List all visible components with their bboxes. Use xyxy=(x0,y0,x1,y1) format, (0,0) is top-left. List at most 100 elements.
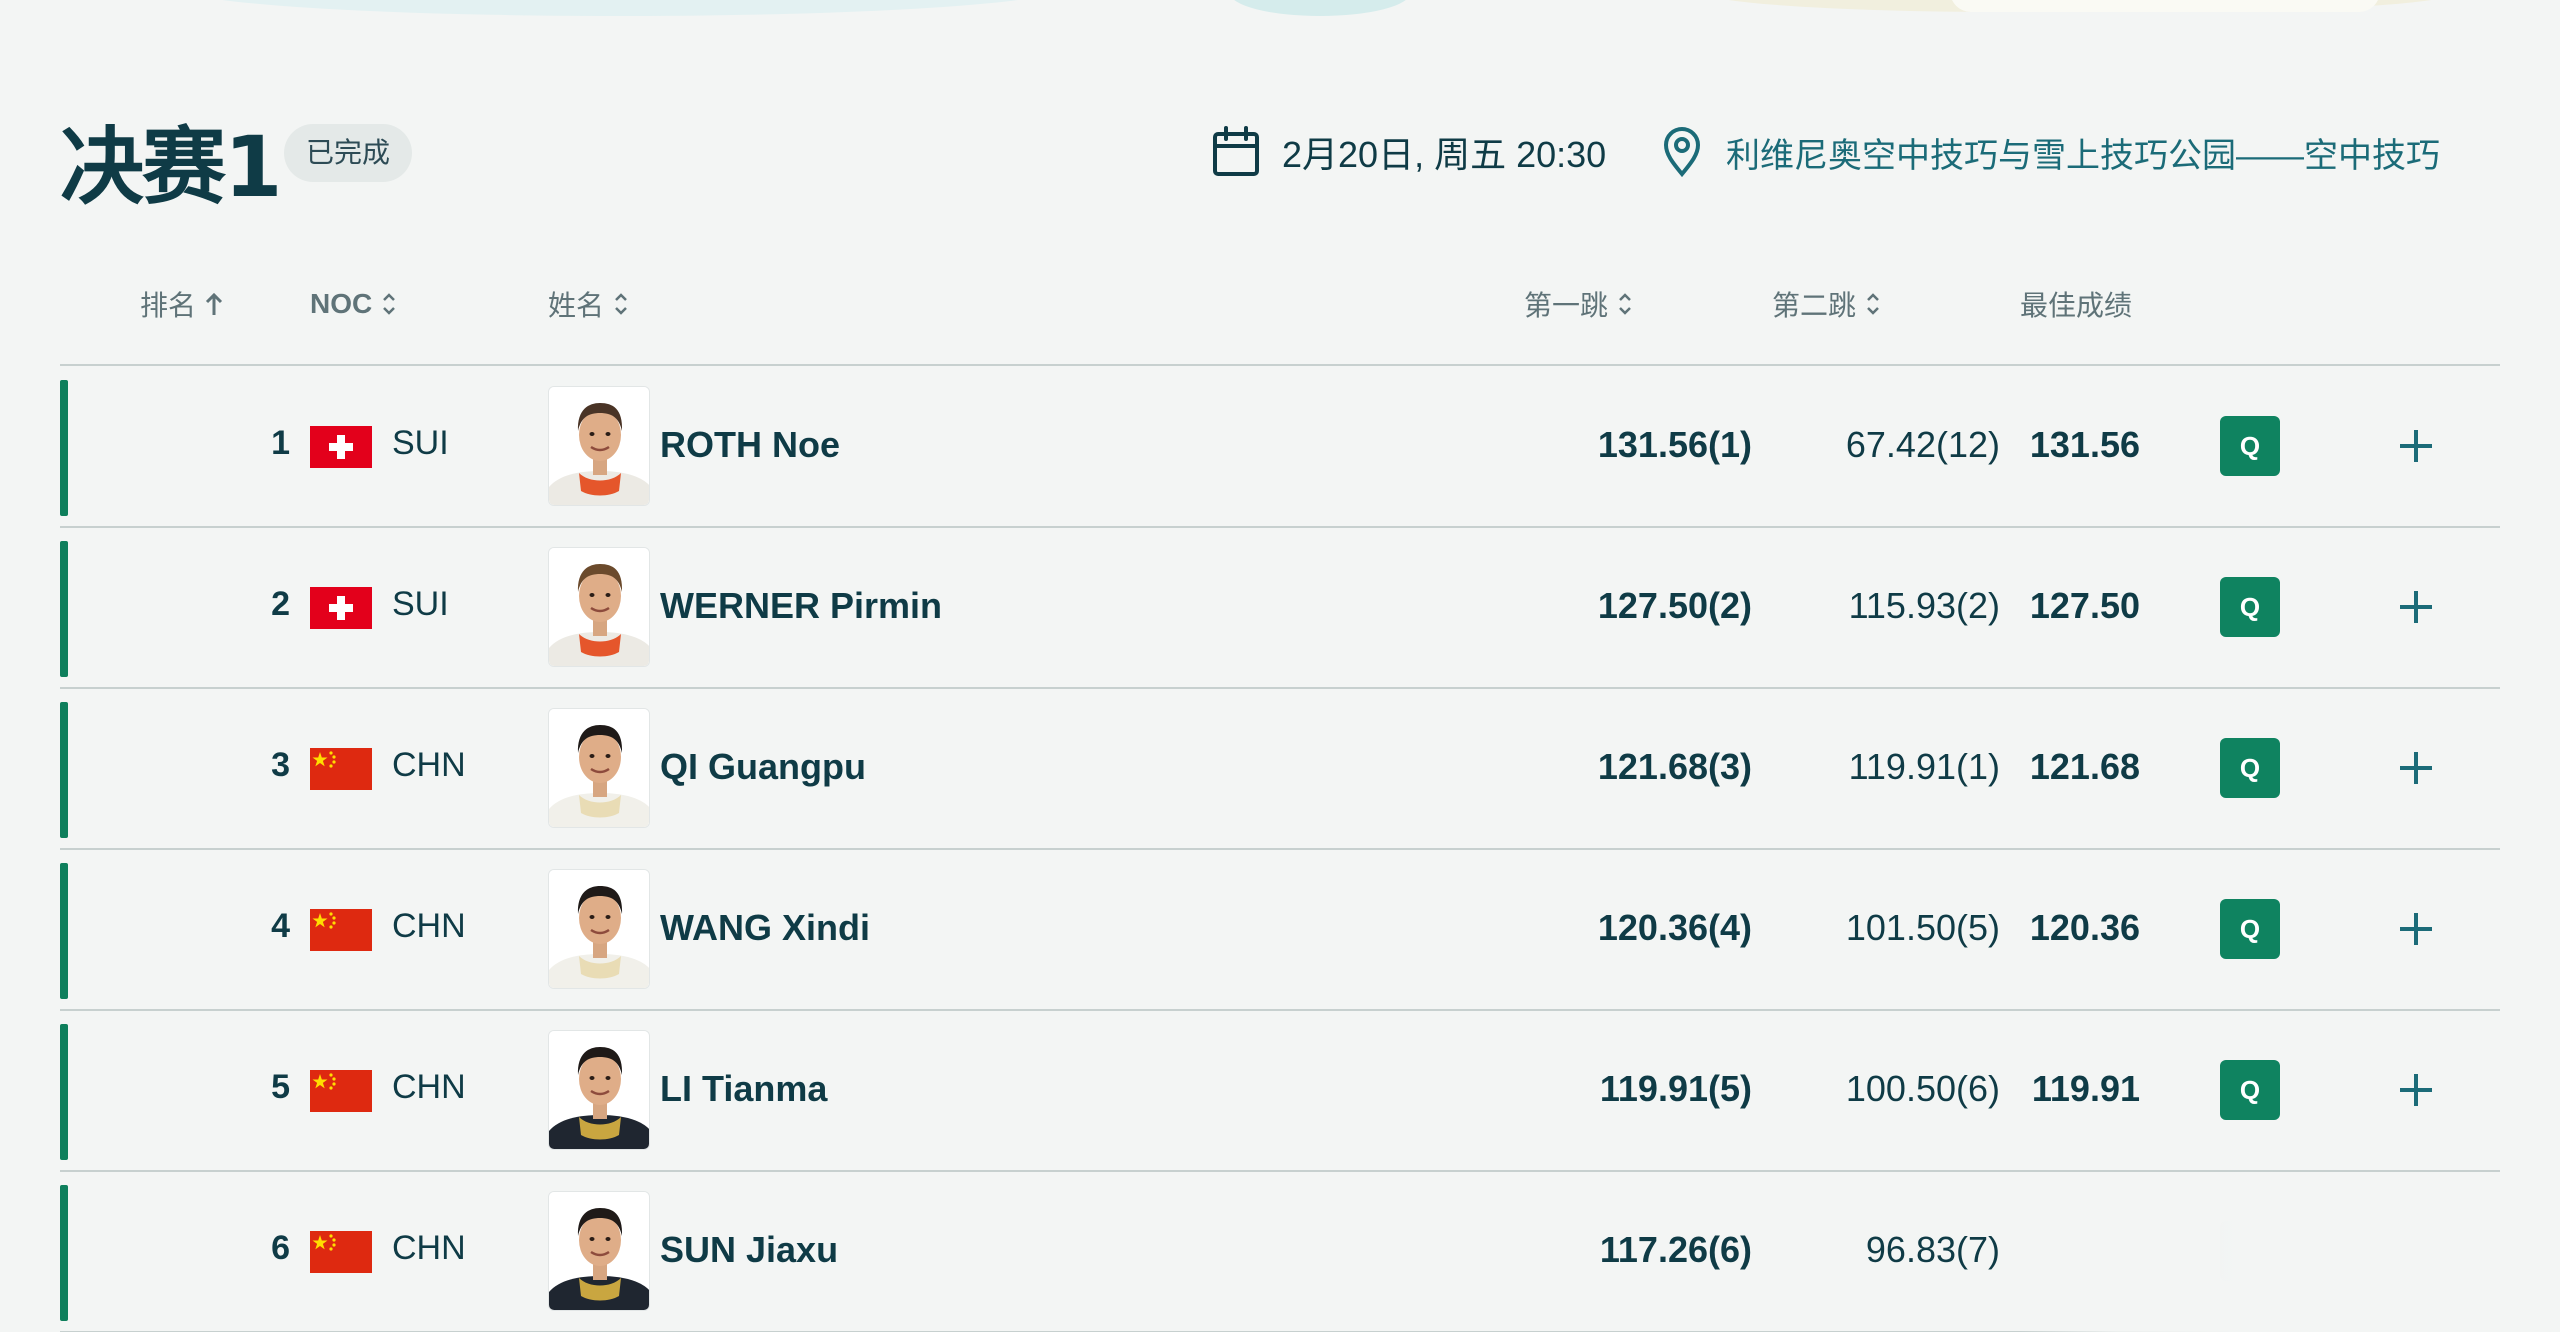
sort-chevrons-icon xyxy=(383,293,396,315)
noc-cell: SUI xyxy=(392,585,449,623)
row-accent-bar xyxy=(60,541,68,677)
row-accent-bar xyxy=(60,1024,68,1160)
table-row[interactable]: 4 CHN WANG Xindi 120.36(4) 101.50(5) 120… xyxy=(60,851,2500,1011)
rank-cell: 4 xyxy=(271,907,290,945)
column-header-jump2[interactable]: 第二跳 xyxy=(1772,284,1882,324)
row-divider xyxy=(60,1009,2500,1011)
sort-chevrons-icon xyxy=(1619,293,1631,315)
avatar-image xyxy=(549,548,649,666)
header-divider xyxy=(60,364,2500,366)
row-accent-bar xyxy=(60,702,68,838)
calendar-icon xyxy=(1213,126,1259,176)
jump2-score: 67.42(12) xyxy=(1845,424,2000,465)
rank-cell: 5 xyxy=(271,1068,290,1106)
sort-chevrons-icon xyxy=(615,293,627,315)
noc-cell: CHN xyxy=(392,1068,466,1106)
flag-china xyxy=(310,748,372,790)
event-venue[interactable]: 利维尼奥空中技巧与雪上技巧公园——空中技巧 xyxy=(1662,124,2440,180)
flag-china xyxy=(310,1231,372,1273)
event-venue-link[interactable]: 利维尼奥空中技巧与雪上技巧公园——空中技巧 xyxy=(1726,128,2440,177)
column-header-noc-label: NOC xyxy=(310,288,373,319)
plus-icon[interactable] xyxy=(2386,577,2446,637)
plus-icon[interactable] xyxy=(2386,1060,2446,1120)
row-divider xyxy=(60,526,2500,528)
avatar-image xyxy=(549,870,649,988)
overlay-fade xyxy=(2020,1220,2560,1332)
column-header-rank-label: 排名 xyxy=(140,290,197,321)
noc-cell: CHN xyxy=(392,1229,466,1267)
sort-up-arrow-icon xyxy=(205,292,223,315)
athlete-name-link[interactable]: WANG Xindi xyxy=(660,907,870,949)
best-score: 131.56 xyxy=(2029,424,2140,465)
column-header-jump1-label: 第一跳 xyxy=(1524,290,1609,321)
decor-shape xyxy=(1950,0,2380,12)
column-header-jump1[interactable]: 第一跳 xyxy=(1524,284,1634,324)
column-header-jump2-label: 第二跳 xyxy=(1772,290,1857,321)
athlete-name-link[interactable]: LI Tianma xyxy=(660,1068,827,1110)
best-score: 127.50 xyxy=(2029,585,2140,626)
flag-china xyxy=(310,1070,372,1112)
column-header-best-label: 最佳成绩 xyxy=(2020,290,2133,321)
noc-cell: SUI xyxy=(392,424,449,462)
status-badge: 已完成 xyxy=(284,124,413,182)
jump2-score: 100.50(6) xyxy=(1845,1068,2000,1109)
noc-cell: CHN xyxy=(392,907,466,945)
table-row[interactable]: 3 CHN QI Guangpu 121.68(3) 119.91(1) 121… xyxy=(60,690,2500,850)
jump2-score: 115.93(2) xyxy=(1848,585,2000,626)
row-divider xyxy=(60,687,2500,689)
athlete-name-link[interactable]: SUN Jiaxu xyxy=(660,1229,838,1271)
sort-chevrons-icon xyxy=(1867,293,1879,315)
plus-icon[interactable] xyxy=(2386,738,2446,798)
athlete-avatar[interactable] xyxy=(548,1030,650,1150)
row-accent-bar xyxy=(60,1185,68,1321)
noc-cell: CHN xyxy=(392,746,466,784)
rank-cell: 6 xyxy=(271,1229,290,1267)
column-header-rank[interactable]: 排名 xyxy=(140,284,224,324)
best-score: 120.36 xyxy=(2029,907,2140,948)
best-score: 121.68 xyxy=(2029,746,2140,787)
athlete-name-link[interactable]: WERNER Pirmin xyxy=(660,585,942,627)
flag-china xyxy=(310,909,372,951)
jump2-score: 96.83(7) xyxy=(1865,1229,2000,1270)
jump2-score: 119.91(1) xyxy=(1848,746,2000,787)
rank-cell: 3 xyxy=(271,746,290,784)
qualified-badge: Q xyxy=(2220,899,2280,959)
qualified-badge: Q xyxy=(2220,738,2280,798)
athlete-name-link[interactable]: ROTH Noe xyxy=(660,424,840,466)
best-score: 119.91 xyxy=(2031,1068,2140,1109)
athlete-name-link[interactable]: QI Guangpu xyxy=(660,746,866,788)
plus-icon[interactable] xyxy=(2386,899,2446,959)
column-header-name-label: 姓名 xyxy=(548,290,605,321)
decor-shape xyxy=(1230,0,1410,16)
event-datetime: 2月20日, 周五 20:30 xyxy=(1212,124,1606,180)
avatar-image xyxy=(549,709,649,827)
athlete-avatar[interactable] xyxy=(548,547,650,667)
athlete-avatar[interactable] xyxy=(548,708,650,828)
qualified-badge: Q xyxy=(2220,416,2280,476)
rank-cell: 1 xyxy=(271,424,290,462)
table-row[interactable]: 2 SUI WERNER Pirmin 127.50(2) 115.93(2) … xyxy=(60,529,2500,689)
row-divider xyxy=(60,848,2500,850)
rank-cell: 2 xyxy=(271,585,290,623)
athlete-avatar[interactable] xyxy=(548,869,650,989)
table-row[interactable]: 1 SUI ROTH Noe 131.56(1) 67.42(12) 131.5… xyxy=(60,368,2500,528)
flag-switzerland xyxy=(310,587,372,629)
qualified-badge: Q xyxy=(2220,577,2280,637)
avatar-image xyxy=(549,1192,649,1310)
row-divider xyxy=(60,1170,2500,1172)
qualified-badge: Q xyxy=(2220,1060,2280,1120)
event-datetime-text: 2月20日, 周五 20:30 xyxy=(1282,134,1607,175)
plus-icon[interactable] xyxy=(2386,416,2446,476)
row-accent-bar xyxy=(60,863,68,999)
flag-switzerland xyxy=(310,426,372,468)
column-header-name[interactable]: 姓名 xyxy=(548,284,630,324)
table-row[interactable]: 5 CHN LI Tianma 119.91(5) 100.50(6) 119.… xyxy=(60,1012,2500,1172)
column-header-noc[interactable]: NOC xyxy=(310,284,398,324)
athlete-avatar[interactable] xyxy=(548,386,650,506)
column-header-best: 最佳成绩 xyxy=(2020,284,2132,324)
jump2-score: 101.50(5) xyxy=(1845,907,2000,948)
athlete-avatar[interactable] xyxy=(548,1191,650,1311)
row-accent-bar xyxy=(60,380,68,516)
location-pin-icon xyxy=(1663,127,1701,177)
avatar-image xyxy=(549,387,649,505)
